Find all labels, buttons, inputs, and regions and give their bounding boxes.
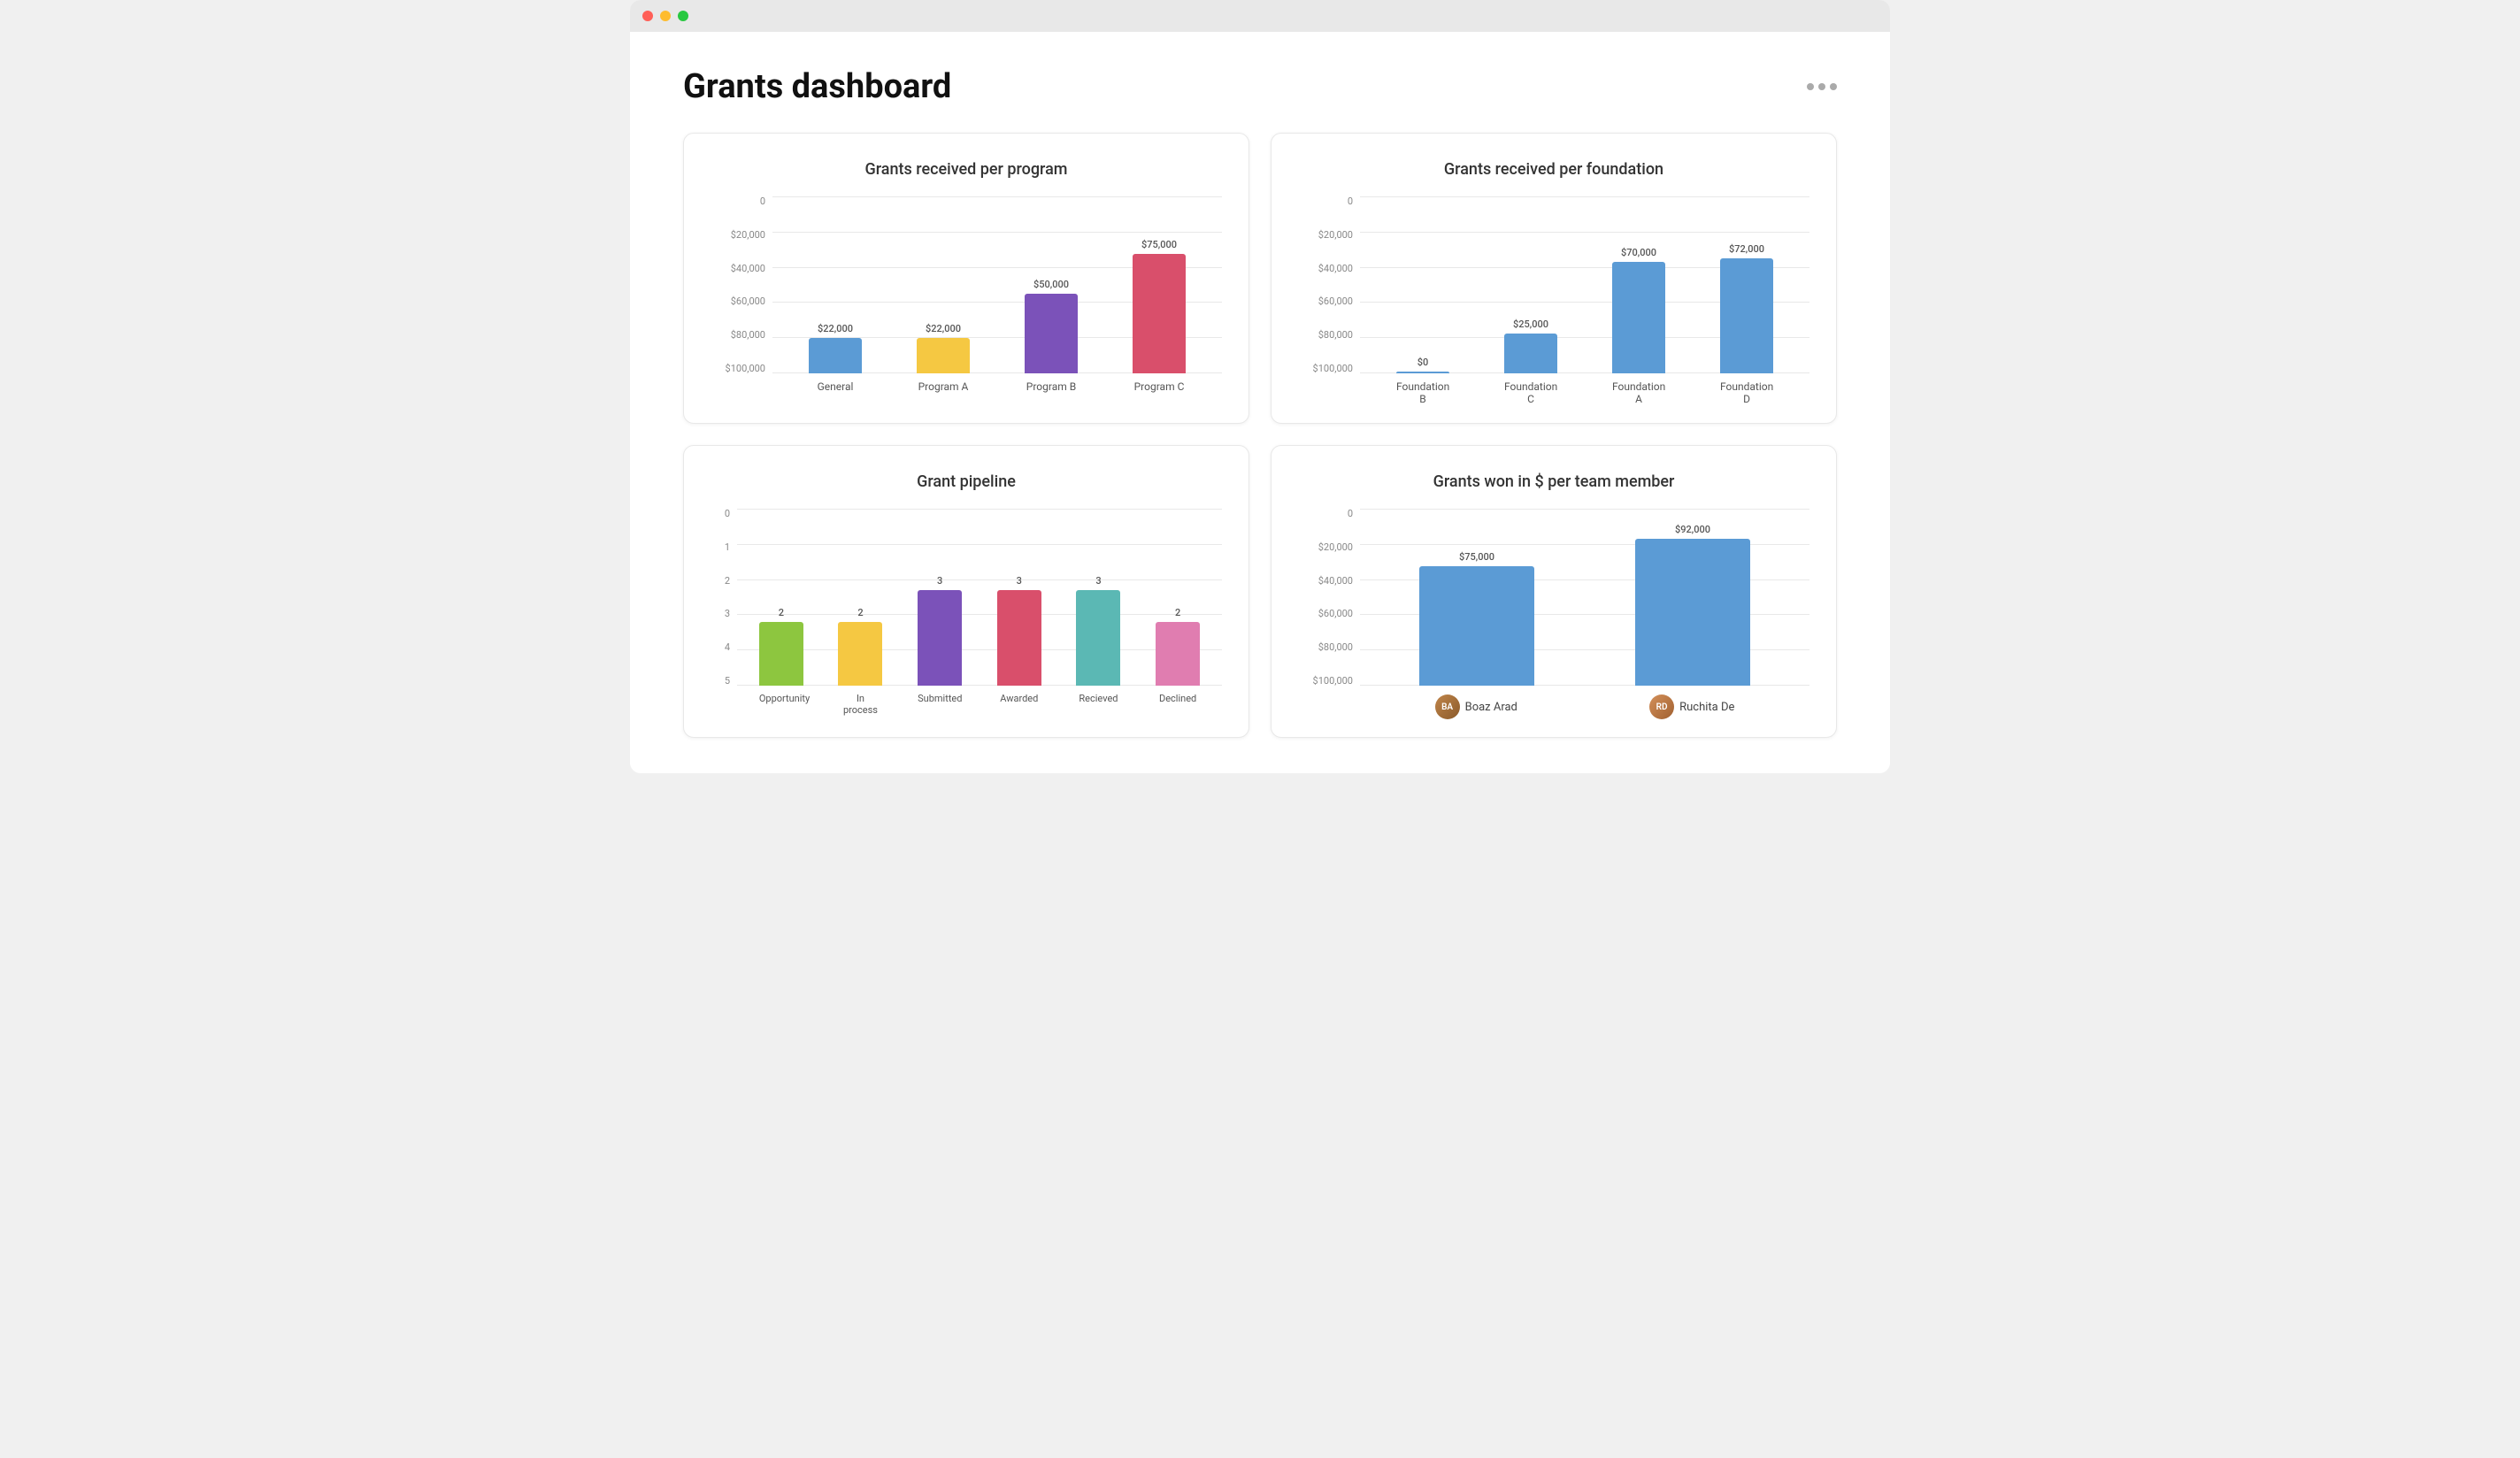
bar-in-process: 2 <box>838 607 882 686</box>
avatar-ruchita: RD <box>1649 694 1674 719</box>
grants-per-program-card: Grants received per program $100,000 $80… <box>683 133 1249 424</box>
app-window: Grants dashboard Grants received per pro… <box>630 0 1890 773</box>
bar-program-c: $75,000 <box>1133 239 1186 373</box>
y-axis-foundation: $100,000 $80,000 $60,000 $40,000 $20,000… <box>1298 196 1360 373</box>
bar-boaz-arad: $75,000 <box>1419 551 1534 686</box>
avatar-boaz: BA <box>1435 694 1460 719</box>
bar-declined: 2 <box>1156 607 1200 686</box>
bar-foundation-a: $70,000 <box>1612 247 1665 373</box>
bar-program-b: $50,000 <box>1025 279 1078 373</box>
grants-per-member-card: Grants won in $ per team member $100,000… <box>1271 445 1837 738</box>
bar-foundation-c: $25,000 <box>1504 318 1557 373</box>
close-button[interactable] <box>642 11 653 21</box>
minimize-button[interactable] <box>660 11 671 21</box>
bar-awarded: 3 <box>997 575 1041 686</box>
page-header: Grants dashboard <box>683 67 1837 106</box>
bar-opportunity: 2 <box>759 607 803 686</box>
grants-per-foundation-chart: $100,000 $80,000 $60,000 $40,000 $20,000… <box>1298 196 1809 405</box>
bar-foundation-b: $0 <box>1396 357 1449 373</box>
grants-per-member-chart: $100,000 $80,000 $60,000 $40,000 $20,000… <box>1298 509 1809 719</box>
grants-per-member-title: Grants won in $ per team member <box>1298 472 1809 491</box>
grant-pipeline-card: Grant pipeline 5 4 3 2 1 0 <box>683 445 1249 738</box>
grant-pipeline-title: Grant pipeline <box>711 472 1222 491</box>
bar-general: $22,000 <box>809 323 862 373</box>
grants-per-foundation-title: Grants received per foundation <box>1298 160 1809 179</box>
grant-pipeline-chart: 5 4 3 2 1 0 <box>711 509 1222 716</box>
member-boaz-label: BA Boaz Arad <box>1435 694 1517 719</box>
member-ruchita-label: RD Ruchita De <box>1649 694 1734 719</box>
bar-foundation-d: $72,000 <box>1720 243 1773 373</box>
main-content: Grants dashboard Grants received per pro… <box>630 32 1890 773</box>
bar-program-a: $22,000 <box>917 323 970 373</box>
dashboard-grid: Grants received per program $100,000 $80… <box>683 133 1837 738</box>
bar-ruchita-de: $92,000 <box>1635 524 1750 686</box>
grants-per-program-title: Grants received per program <box>711 160 1222 179</box>
grants-per-program-chart: $100,000 $80,000 $60,000 $40,000 $20,000… <box>711 196 1222 393</box>
page-title: Grants dashboard <box>683 67 951 106</box>
y-axis-program: $100,000 $80,000 $60,000 $40,000 $20,000… <box>711 196 772 373</box>
more-menu-button[interactable] <box>1807 83 1837 90</box>
y-axis-member: $100,000 $80,000 $60,000 $40,000 $20,000… <box>1298 509 1360 686</box>
bar-recieved: 3 <box>1076 575 1120 686</box>
maximize-button[interactable] <box>678 11 688 21</box>
titlebar <box>630 0 1890 32</box>
y-axis-pipeline: 5 4 3 2 1 0 <box>711 509 737 686</box>
grants-per-foundation-card: Grants received per foundation $100,000 … <box>1271 133 1837 424</box>
bar-submitted: 3 <box>918 575 962 686</box>
